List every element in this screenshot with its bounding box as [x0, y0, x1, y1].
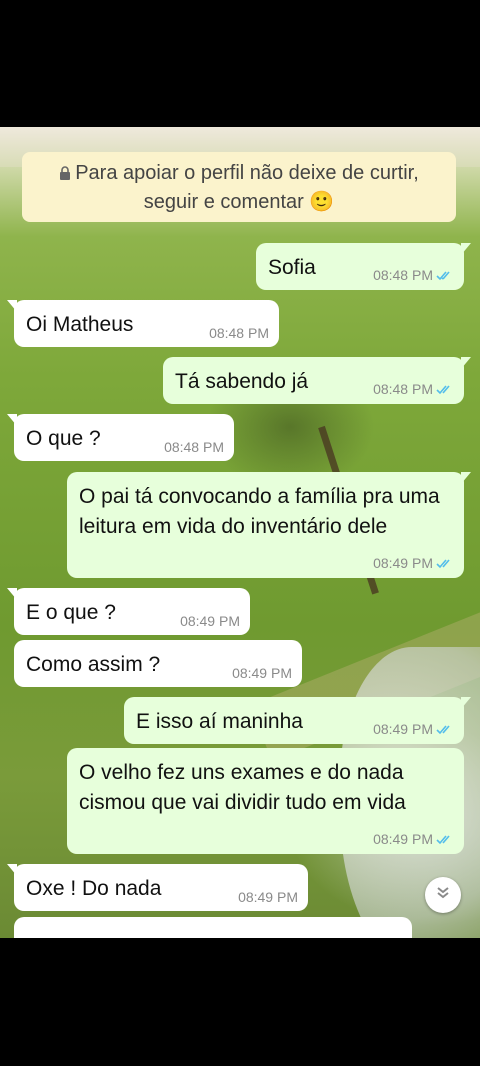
scroll-to-bottom-button[interactable]: [425, 877, 461, 913]
message-bubble[interactable]: Tá sabendo já 08:48 PM: [163, 357, 471, 404]
message-text: Oxe ! Do nada: [26, 877, 162, 900]
message-bubble[interactable]: O velho fez uns exames e do nada cismou …: [67, 748, 464, 854]
double-check-icon: [436, 268, 454, 284]
message-meta: 08:48 PM: [209, 325, 269, 341]
message-time: 08:49 PM: [180, 613, 240, 629]
message-meta: 08:49 PM: [373, 721, 454, 738]
double-check-icon: [436, 722, 454, 738]
message-text: Oi Matheus: [26, 313, 134, 336]
message-bubble[interactable]: Sofia 08:48 PM: [256, 243, 471, 290]
message-bubble-partial: [14, 917, 412, 938]
message-time: 08:49 PM: [373, 830, 433, 847]
message-meta: 08:49 PM: [373, 555, 454, 572]
message-time: 08:49 PM: [373, 720, 433, 737]
message-bubble[interactable]: O pai tá convocando a família pra uma le…: [67, 472, 471, 578]
double-check-icon: [436, 556, 454, 572]
system-notice: Para apoiar o perfil não deixe de curtir…: [22, 152, 456, 222]
message-meta: 08:49 PM: [232, 665, 292, 681]
double-check-icon: [436, 382, 454, 398]
message-meta: 08:48 PM: [373, 381, 454, 398]
message-time: 08:49 PM: [232, 665, 292, 681]
message-text: O pai tá convocando a família pra uma le…: [79, 485, 440, 538]
message-meta: 08:48 PM: [373, 267, 454, 284]
message-bubble[interactable]: Como assim ? 08:49 PM: [14, 640, 302, 687]
message-meta: 08:49 PM: [238, 889, 298, 905]
message-text: Sofia: [268, 256, 316, 279]
message-time: 08:48 PM: [209, 325, 269, 341]
message-bubble[interactable]: Oi Matheus 08:48 PM: [7, 300, 279, 347]
message-bubble[interactable]: E isso aí maninha 08:49 PM: [124, 697, 471, 744]
message-text: Tá sabendo já: [175, 370, 309, 393]
message-bubble[interactable]: O que ? 08:48 PM: [7, 414, 234, 461]
message-meta: 08:49 PM: [373, 831, 454, 848]
message-text: E isso aí maninha: [136, 710, 303, 733]
lock-icon: [59, 160, 71, 188]
message-text: Como assim ?: [26, 653, 161, 676]
notice-text: Para apoiar o perfil não deixe de curtir…: [75, 162, 419, 213]
message-text: O que ?: [26, 427, 101, 450]
message-time: 08:49 PM: [373, 554, 433, 571]
message-time: 08:49 PM: [238, 889, 298, 905]
message-bubble[interactable]: E o que ? 08:49 PM: [7, 588, 250, 635]
message-meta: 08:49 PM: [180, 613, 240, 629]
message-time: 08:48 PM: [164, 439, 224, 455]
message-bubble[interactable]: Oxe ! Do nada 08:49 PM: [7, 864, 308, 911]
message-text: E o que ?: [26, 601, 116, 624]
message-time: 08:48 PM: [373, 266, 433, 283]
chevron-double-down-icon: [435, 886, 451, 905]
message-text: O velho fez uns exames e do nada cismou …: [79, 761, 406, 814]
message-meta: 08:48 PM: [164, 439, 224, 455]
message-time: 08:48 PM: [373, 380, 433, 397]
double-check-icon: [436, 832, 454, 848]
